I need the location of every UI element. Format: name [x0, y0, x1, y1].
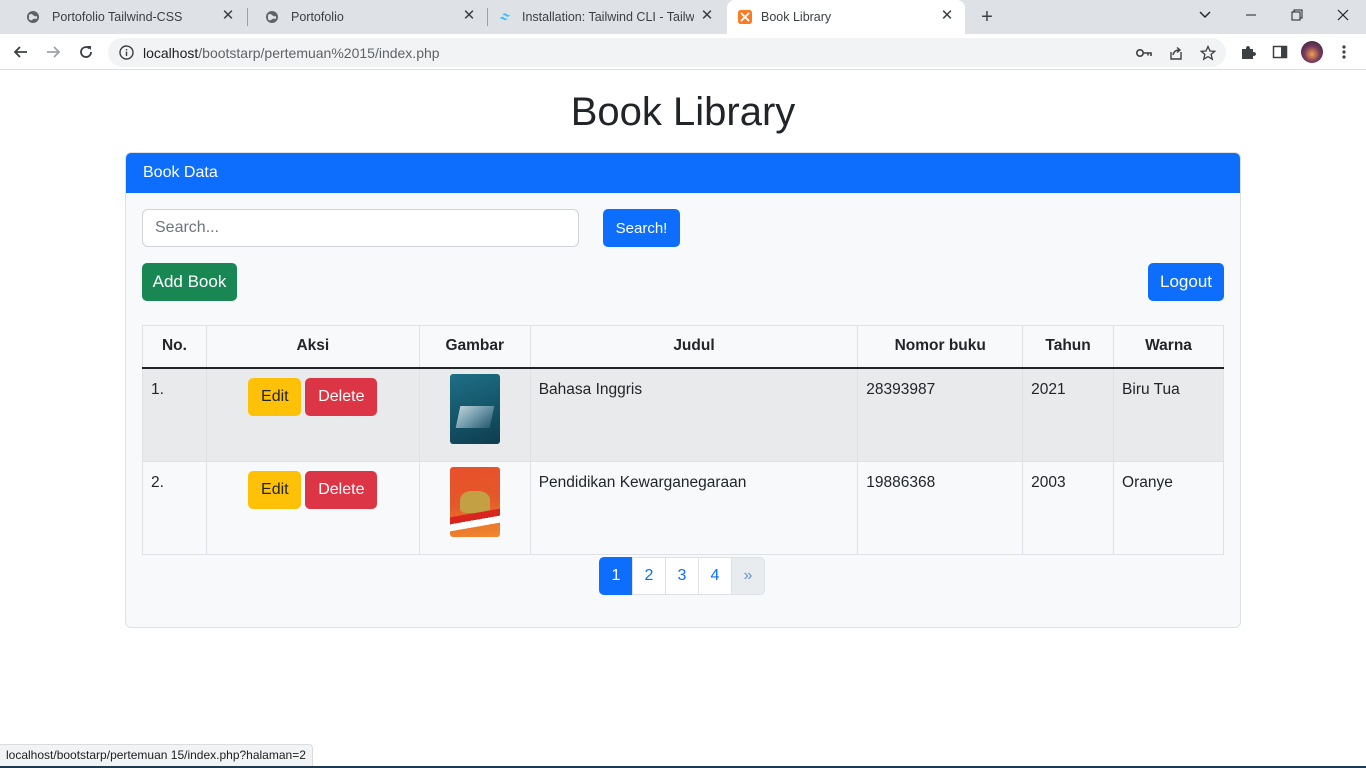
- browser-tab-tailwind-installation[interactable]: Installation: Tailwind CLI - Tailwind ✕: [487, 0, 725, 34]
- minimize-icon[interactable]: [1228, 0, 1274, 30]
- delete-button[interactable]: Delete: [305, 470, 378, 509]
- cell-warna: Oranye: [1113, 460, 1224, 555]
- site-info-icon[interactable]: [119, 45, 134, 60]
- tab-title: Portofolio Tailwind-CSS: [52, 10, 183, 24]
- browser-toolbar: localhost/bootstarp/pertemuan%2015/index…: [0, 34, 1366, 70]
- back-arrow-icon[interactable]: [8, 39, 34, 65]
- close-tab-icon[interactable]: ✕: [699, 8, 715, 24]
- browser-tab-book-library[interactable]: Book Library ✕: [727, 0, 965, 34]
- cell-tahun: 2003: [1022, 460, 1115, 555]
- search-button[interactable]: Search!: [603, 209, 680, 247]
- cell-aksi: Edit Delete: [205, 367, 420, 462]
- cell-judul: Pendidikan Kewarganegaraan: [529, 460, 859, 555]
- page-link-2[interactable]: 2: [632, 557, 666, 595]
- globe-icon: [265, 10, 279, 24]
- restore-icon[interactable]: [1274, 0, 1320, 30]
- card-header: Book Data: [126, 153, 1240, 193]
- cell-warna: Biru Tua: [1113, 367, 1224, 462]
- reload-icon[interactable]: [73, 39, 99, 65]
- close-window-icon[interactable]: [1320, 0, 1366, 30]
- profile-avatar[interactable]: [1301, 41, 1323, 63]
- address-url: localhost/bootstarp/pertemuan%2015/index…: [143, 45, 440, 61]
- extensions-puzzle-icon[interactable]: [1239, 43, 1257, 61]
- tab-search-chevron-icon[interactable]: [1182, 0, 1228, 30]
- page-title: Book Library: [570, 90, 796, 134]
- forward-arrow-icon[interactable]: [40, 39, 66, 65]
- column-header-gambar: Gambar: [418, 325, 531, 369]
- cell-aksi: Edit Delete: [205, 460, 420, 555]
- table-header-row: No. Aksi Gambar Judul Nomor buku Tahun W…: [142, 325, 1224, 369]
- column-header-tahun: Tahun: [1022, 325, 1115, 369]
- address-bar[interactable]: localhost/bootstarp/pertemuan%2015/index…: [108, 38, 1226, 67]
- status-bar-url: localhost/bootstarp/pertemuan 15/index.p…: [0, 744, 313, 766]
- page-link-4[interactable]: 4: [698, 557, 732, 595]
- browser-tab-portofolio[interactable]: Portofolio ✕: [247, 0, 487, 34]
- close-tab-icon[interactable]: ✕: [220, 8, 236, 24]
- tab-title: Book Library: [761, 10, 832, 24]
- cell-nomor-buku: 19886368: [857, 460, 1024, 555]
- edit-button[interactable]: Edit: [248, 377, 302, 416]
- column-header-judul: Judul: [529, 325, 859, 369]
- column-header-warna: Warna: [1113, 325, 1224, 369]
- logout-button[interactable]: Logout: [1148, 263, 1224, 301]
- tailwind-icon: [499, 10, 513, 24]
- kebab-menu-icon[interactable]: [1335, 43, 1353, 61]
- add-book-button[interactable]: Add Book: [142, 263, 237, 301]
- browser-tab-strip: Portofolio Tailwind-CSS ✕ Portofolio ✕ I…: [0, 0, 1366, 34]
- books-table: No. Aksi Gambar Judul Nomor buku Tahun W…: [142, 325, 1224, 555]
- page-link-3[interactable]: 3: [665, 557, 699, 595]
- book-data-card: Book Data Search! Add Book Logout No. Ak…: [125, 152, 1241, 628]
- edit-button[interactable]: Edit: [248, 470, 302, 509]
- tab-title: Portofolio: [291, 10, 344, 24]
- cell-gambar: [418, 460, 531, 555]
- password-key-icon[interactable]: [1135, 44, 1153, 62]
- new-tab-button[interactable]: +: [976, 6, 998, 28]
- table-row: 1. Edit Delete Bahasa Inggris 28393987 2…: [142, 367, 1224, 462]
- bookmark-star-icon[interactable]: [1199, 44, 1217, 62]
- side-panel-icon[interactable]: [1271, 43, 1289, 61]
- table-row: 2. Edit Delete Pendidikan Kewarganegaraa…: [142, 460, 1224, 555]
- xampp-icon: [738, 10, 752, 24]
- cell-tahun: 2021: [1022, 367, 1115, 462]
- search-input[interactable]: [142, 209, 579, 247]
- column-header-aksi: Aksi: [205, 325, 420, 369]
- delete-button[interactable]: Delete: [305, 377, 378, 416]
- close-tab-icon[interactable]: ✕: [939, 8, 955, 24]
- cell-no: 2.: [142, 460, 207, 555]
- page-next-link[interactable]: »: [731, 557, 765, 595]
- share-icon[interactable]: [1167, 44, 1185, 62]
- cell-judul: Bahasa Inggris: [529, 367, 859, 462]
- cell-nomor-buku: 28393987: [857, 367, 1024, 462]
- cell-no: 1.: [142, 367, 207, 462]
- cell-gambar: [418, 367, 531, 462]
- globe-icon: [26, 10, 40, 24]
- book-cover-image: [449, 373, 500, 444]
- url-host: localhost: [143, 45, 199, 61]
- column-header-no: No.: [142, 325, 207, 369]
- tab-title: Installation: Tailwind CLI - Tailwind: [522, 10, 694, 24]
- browser-tab-portofolio-tailwind[interactable]: Portofolio Tailwind-CSS ✕: [8, 0, 246, 34]
- url-path: /bootstarp/pertemuan%2015/index.php: [198, 45, 440, 61]
- book-cover-image: [449, 466, 500, 537]
- pagination: 1 2 3 4 »: [599, 557, 765, 595]
- close-tab-icon[interactable]: ✕: [461, 8, 477, 24]
- column-header-nomor-buku: Nomor buku: [857, 325, 1024, 369]
- page-link-1[interactable]: 1: [599, 557, 633, 595]
